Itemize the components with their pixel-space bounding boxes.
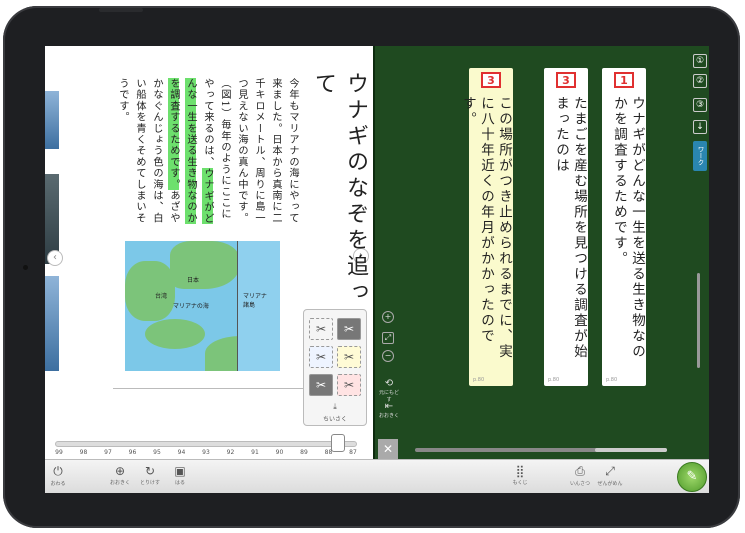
slider-tick-label: 99: [55, 449, 63, 456]
magnify-plus-icon: ⊕: [114, 464, 126, 478]
slider-tick-label: 90: [275, 449, 284, 456]
slider-tick-label: 87: [349, 449, 357, 456]
sentence-card-3[interactable]: 3 この場所がつき止められるまでに、実に八十年近くの年月がかかったのです。 p.…: [460, 68, 513, 386]
map-label-taiwan: 台湾: [155, 293, 168, 300]
slider-tick-label: 98: [79, 449, 88, 456]
tab-2[interactable]: ②: [693, 74, 707, 88]
screen: ‹ › ウナギのなぞを追って 今年もマリアナの海にやって来ました。日本から真南に…: [45, 46, 709, 493]
tab-3[interactable]: ③: [693, 98, 707, 112]
undo-icon: ↻: [144, 464, 156, 478]
map-land: [170, 241, 240, 289]
slider-tick-label: 92: [226, 449, 235, 456]
photo-thumbnail: [45, 276, 59, 371]
scissors-tool-6[interactable]: ✂: [337, 374, 361, 396]
slider-tick-label: 91: [251, 449, 259, 456]
slider-tick-label: 97: [104, 449, 112, 456]
tablet-camera: [23, 265, 28, 270]
tab-1[interactable]: ①: [693, 54, 707, 68]
slider-tick-label: 88: [324, 449, 333, 456]
fit-icon[interactable]: ⤢: [382, 332, 394, 344]
quit-label: おわる: [50, 481, 66, 487]
map-figure: 日本 台湾 マリアナの海 マリアナ諸島: [125, 241, 280, 371]
body-text[interactable]: 今年もマリアナの海にやって来ました。日本から真南に二千キロメートル、周りに島一つ…: [117, 78, 301, 230]
card-page-ref: p.80: [473, 377, 485, 383]
photo-thumbnail: [45, 91, 59, 149]
paste-label: はる: [174, 480, 185, 486]
scissors-tool-5[interactable]: ✂: [309, 374, 333, 396]
collapse-control[interactable]: ⇤ おおきく: [379, 401, 399, 419]
zoom-out-icon[interactable]: −: [382, 350, 394, 362]
sentence-card-2[interactable]: 3 たまごを産む場所を見つける調査が始まったのは p.80: [544, 68, 588, 386]
grid-icon: ⣿: [515, 464, 525, 478]
reset-icon: ⟲: [384, 378, 394, 389]
page-slider[interactable]: 99 98 97 96 95 94 93 92 91 90 89 88 87: [55, 434, 357, 459]
zoom-in-label: おおきく: [109, 480, 130, 486]
body-text-before: 今年もマリアナの海にやって来ました。日本から真南に二千キロメートル、周りに島一つ…: [236, 78, 298, 224]
card-text: ウナギがどんな一生を送る生き物なのかを調査するためです。: [611, 96, 645, 360]
map-land: [125, 261, 175, 321]
pen-icon: ✎: [686, 469, 698, 484]
power-icon: ⏻: [53, 464, 63, 478]
fullscreen-label: ぜんがめん: [597, 481, 623, 487]
card-text: たまごを産む場所を見つける調査が始まったのは: [553, 96, 587, 360]
scissors-tool-1[interactable]: ✂: [309, 318, 333, 340]
card-text: この場所がつき止められるまでに、実に八十年近くの年月がかかったのです。: [460, 96, 512, 360]
quit-button[interactable]: ⏻ おわる: [45, 464, 71, 487]
collapse-icon: ⇤: [384, 401, 394, 412]
fullscreen-button[interactable]: ⤢ ぜんがめん: [597, 464, 623, 487]
textbook-page: ‹ › ウナギのなぞを追って 今年もマリアナの海にやって来ました。日本から真南に…: [45, 46, 373, 459]
scissors-tool-4[interactable]: ✂: [337, 346, 361, 368]
card-number-badge: 1: [614, 72, 634, 88]
figure-reference: （図1）: [219, 78, 230, 120]
slider-tick-label: 94: [177, 449, 186, 456]
slider-tick-label: 89: [300, 449, 308, 456]
scissors-tool-3[interactable]: ✂: [309, 346, 333, 368]
pen-tool-button[interactable]: ✎: [677, 462, 707, 492]
scrollbar-thumb[interactable]: [595, 448, 667, 452]
map-label-mariana-islands: マリアナ諸島: [243, 293, 267, 309]
printer-icon: ⎙: [575, 464, 585, 478]
slider-tick-label: 93: [202, 449, 210, 456]
image-icon: ▣: [174, 464, 186, 478]
undo-label: とりけす: [139, 480, 160, 486]
map-label-mariana-sea: マリアナの海: [173, 303, 209, 310]
expand-icon: ⤢: [605, 464, 615, 478]
map-land: [145, 319, 205, 349]
card-number-badge: 3: [481, 72, 501, 88]
tablet-frame: ‹ › ウナギのなぞを追って 今年もマリアナの海にやって来ました。日本から真南に…: [3, 6, 740, 528]
reset-control[interactable]: ⟲ 元にもどす: [379, 378, 399, 403]
slider-track[interactable]: [55, 441, 357, 447]
board-panel: [375, 46, 709, 459]
card-number-badge: 3: [556, 72, 576, 88]
shrink-icon[interactable]: ⤓: [304, 402, 366, 412]
map-label-japan: 日本: [187, 277, 200, 284]
scissors-tool-2[interactable]: ✂: [337, 318, 361, 340]
tablet-top-button: [99, 8, 143, 12]
close-board-button[interactable]: ✕: [378, 439, 398, 459]
prev-page-button[interactable]: ‹: [47, 250, 63, 266]
slider-tick-label: 96: [128, 449, 137, 456]
slider-tick-label: 95: [153, 449, 161, 456]
print-label: いんさつ: [569, 481, 590, 487]
horizontal-scrollbar[interactable]: [415, 448, 667, 452]
highlight-palette: ✂ ✂ ✂ ✂ ✂ ✂ ⤓ ちいさく: [303, 309, 367, 426]
card-page-ref: p.80: [548, 377, 560, 383]
paste-button[interactable]: ▣ はる: [167, 464, 193, 486]
bottom-toolbar: ⏻ おわる ⊕ おおきく ↻ とりけす ▣ はる ⣿ もくじ ⎙ いんさつ ⤢ ぜんがめん ✎: [45, 459, 709, 493]
sentence-card-1[interactable]: 1 ウナギがどんな一生を送る生き物なのかを調査するためです。 p.80: [602, 68, 646, 386]
work-tab[interactable]: ワーク: [693, 141, 707, 171]
undo-button[interactable]: ↻ とりけす: [137, 464, 163, 486]
shrink-button-label[interactable]: ちいさく: [304, 414, 366, 423]
card-page-ref: p.80: [606, 377, 618, 383]
contents-label: もくじ: [512, 480, 528, 486]
vertical-scrollbar[interactable]: [697, 273, 700, 368]
print-button[interactable]: ⎙ いんさつ: [567, 464, 593, 487]
collapse-label: おおきく: [379, 413, 400, 419]
zoom-in-icon[interactable]: +: [382, 311, 394, 323]
tab-down-arrow[interactable]: ↓: [693, 120, 707, 134]
page-title: ウナギのなぞを追って: [311, 72, 368, 306]
contents-button[interactable]: ⣿ もくじ: [507, 464, 533, 486]
zoom-in-button[interactable]: ⊕ おおきく: [107, 464, 133, 486]
